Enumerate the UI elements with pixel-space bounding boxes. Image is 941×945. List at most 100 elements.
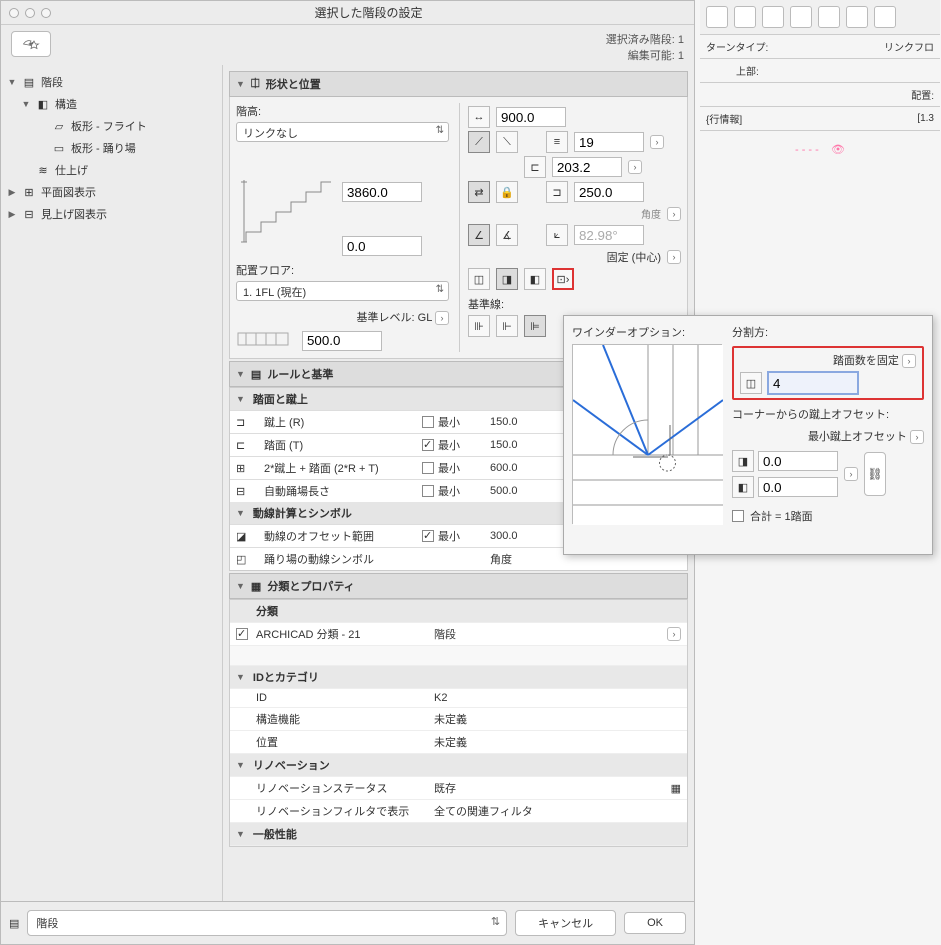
struct-fn-val[interactable]: 未定義 — [434, 711, 681, 727]
total-check[interactable] — [732, 510, 744, 522]
ok-button[interactable]: OK — [624, 912, 686, 934]
lock-1[interactable]: ⇄ — [468, 181, 490, 203]
baseline-label: 基準線: — [468, 296, 681, 312]
ok-label: OK — [647, 917, 663, 929]
renovation-label: リノベーション — [253, 757, 423, 773]
base-level-label: 基準レベル: GL — [357, 312, 432, 324]
tree-flight[interactable]: ▱ 板形 - フライト — [1, 115, 222, 137]
link-select[interactable]: リンクなし — [236, 122, 449, 142]
classify-row[interactable]: ARCHICAD 分類 - 21 階段 › — [230, 623, 687, 646]
two-r-min-check[interactable] — [422, 462, 434, 474]
renovation-header[interactable]: ▼ リノベーション — [230, 754, 687, 777]
bg-tool-2[interactable] — [734, 6, 756, 28]
cancel-button[interactable]: キャンセル — [515, 910, 616, 936]
landing-min-check[interactable] — [422, 485, 434, 497]
riser-min-check[interactable] — [422, 416, 434, 428]
riser-val[interactable]: 150.0 — [490, 416, 550, 428]
offset-link-chevron[interactable]: › — [844, 467, 858, 481]
tree-elev[interactable]: ▶ ⊟ 見上げ図表示 — [1, 203, 222, 225]
bg-tool-6[interactable] — [846, 6, 868, 28]
lock-2[interactable]: 🔒 — [496, 181, 518, 203]
base-level-input[interactable] — [302, 331, 382, 351]
position-row[interactable]: 位置 未定義 — [230, 731, 687, 754]
favorites-button[interactable] — [11, 31, 51, 57]
bg-tool-4[interactable] — [790, 6, 812, 28]
classify-chevron[interactable]: › — [667, 627, 681, 641]
flight-type-1[interactable]: ⟋ — [468, 131, 490, 153]
height-top-input[interactable] — [342, 182, 422, 202]
landing-sym-val[interactable]: 角度 — [490, 551, 550, 567]
height-bottom-input[interactable] — [342, 236, 422, 256]
walkline-val[interactable]: 300.0 — [490, 530, 550, 542]
tread-depth-input[interactable] — [552, 157, 622, 177]
id-val[interactable]: K2 — [434, 692, 681, 704]
offset-1-input[interactable] — [758, 451, 838, 471]
risers-input[interactable] — [574, 132, 644, 152]
angle-label: 角度 — [641, 206, 661, 221]
zoom-dot[interactable] — [41, 8, 51, 18]
tread-depth-chevron[interactable]: › — [628, 160, 642, 174]
placement-floor-select[interactable]: 1. 1FL (現在) — [236, 281, 449, 301]
classify-check[interactable] — [236, 628, 248, 640]
landing-icon: ▭ — [51, 141, 67, 155]
id-category-header[interactable]: ▼ IDとカテゴリ — [230, 666, 687, 689]
base-level-chevron[interactable]: › — [435, 311, 449, 325]
angle-mode-1[interactable]: ∠ — [468, 224, 490, 246]
angle-chevron[interactable]: › — [667, 207, 681, 221]
winder-options-button[interactable]: ⊡› — [552, 268, 574, 290]
reno-filter-label: リノベーションフィルタで表示 — [256, 803, 426, 819]
walkline-min-check[interactable] — [422, 530, 434, 542]
id-row[interactable]: ID K2 — [230, 689, 687, 708]
link-icon[interactable]: ⛓ — [864, 452, 886, 496]
close-dot[interactable] — [9, 8, 19, 18]
tread-val[interactable]: 150.0 — [490, 439, 550, 451]
section-class-header[interactable]: ▼ ▦ 分類とプロパティ — [229, 573, 688, 599]
baseline-3[interactable]: ⊫ — [524, 315, 546, 337]
winder-diagram — [572, 344, 722, 524]
position-val[interactable]: 未定義 — [434, 734, 681, 750]
two-r-val[interactable]: 600.0 — [490, 462, 550, 474]
footer-icon: ▤ — [9, 917, 19, 930]
division-label: 分割方: — [732, 324, 924, 340]
min-riser-offset-chevron[interactable]: › — [910, 430, 924, 444]
width-input[interactable] — [496, 107, 566, 127]
footer-selector[interactable]: 階段 — [27, 910, 507, 936]
two-r-label: 2*蹴上 + 踏面 (2*R + T) — [264, 460, 414, 476]
struct-fn-row[interactable]: 構造機能 未定義 — [230, 708, 687, 731]
angle-mode-2[interactable]: ∡ — [496, 224, 518, 246]
tree-root-stair[interactable]: ▼ ▤ 階段 — [1, 71, 222, 93]
tread-rule-label: 踏面 (T) — [264, 437, 414, 453]
bg-tool-5[interactable] — [818, 6, 840, 28]
reno-status-val[interactable]: 既存 — [434, 780, 663, 796]
tread-count-input[interactable] — [768, 372, 858, 394]
section-shape-header[interactable]: ▼ ⎅ 形状と位置 — [229, 71, 688, 97]
reno-filter-row[interactable]: リノベーションフィルタで表示 全ての関連フィルタ — [230, 800, 687, 823]
tree-landing[interactable]: ▭ 板形 - 踊り場 — [1, 137, 222, 159]
tree-structure[interactable]: ▼ ◧ 構造 — [1, 93, 222, 115]
baseline-2[interactable]: ⊩ — [496, 315, 518, 337]
position-1[interactable]: ◫ — [468, 268, 490, 290]
bg-tool-3[interactable] — [762, 6, 784, 28]
offset-2-input[interactable] — [758, 477, 838, 497]
baseline-1[interactable]: ⊪ — [468, 315, 490, 337]
classify-header-row[interactable]: 分類 — [230, 600, 687, 623]
tree-finish[interactable]: ≋ 仕上げ — [1, 159, 222, 181]
reno-filter-val[interactable]: 全ての関連フィルタ — [434, 803, 681, 819]
general-header[interactable]: ▼ 一般性能 — [230, 823, 687, 846]
riser-height-input[interactable] — [574, 182, 644, 202]
position-3[interactable]: ◧ — [524, 268, 546, 290]
bg-tool-7[interactable] — [874, 6, 896, 28]
bg-tool-1[interactable] — [706, 6, 728, 28]
minimize-dot[interactable] — [25, 8, 35, 18]
fixed-center-label: 固定 (中心) — [607, 249, 661, 265]
reno-status-row[interactable]: リノベーションステータス 既存 ▦ — [230, 777, 687, 800]
position-2[interactable]: ◨ — [496, 268, 518, 290]
risers-chevron[interactable]: › — [650, 135, 664, 149]
fixed-center-chevron[interactable]: › — [667, 250, 681, 264]
fixed-tread-chevron[interactable]: › — [902, 354, 916, 368]
tread-min-check[interactable] — [422, 439, 434, 451]
tree-plan[interactable]: ▶ ⊞ 平面図表示 — [1, 181, 222, 203]
flight-type-2[interactable]: ⟍ — [496, 131, 518, 153]
settings-tree: ▼ ▤ 階段 ▼ ◧ 構造 ▱ 板形 - フライト ▭ 板形 - 踊 — [1, 65, 223, 901]
landing-val[interactable]: 500.0 — [490, 485, 550, 497]
